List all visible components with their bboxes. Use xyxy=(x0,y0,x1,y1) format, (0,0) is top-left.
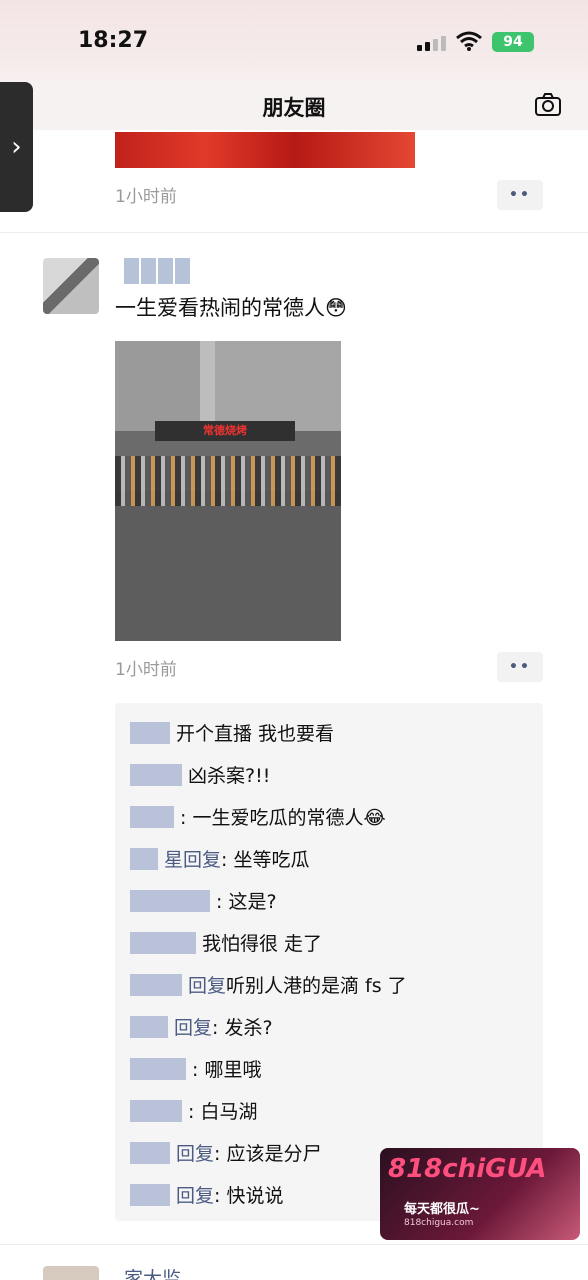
post-text: 一生爱看热闹的常德人😳 xyxy=(115,296,347,320)
reply-label: 回复 xyxy=(174,1017,213,1039)
comment-text: 听别人港的是滴 fs 了 xyxy=(226,975,407,997)
comment-row[interactable]: 回复: 发杀? xyxy=(130,1013,273,1040)
watermark-ad[interactable]: 818chiGUA 每天都很瓜~ 818chigua.com xyxy=(380,1148,580,1240)
comment-text: : 哪里哦 xyxy=(192,1059,262,1081)
commenter-name[interactable] xyxy=(130,1057,186,1080)
commenter-name[interactable] xyxy=(130,805,174,828)
previous-post-timestamp: 1小时前 xyxy=(115,187,177,207)
watermark-slogan: 每天都很瓜~ xyxy=(404,1202,480,1217)
commenter-name[interactable] xyxy=(130,973,182,996)
comment-row[interactable]: 回复: 快说说 xyxy=(130,1181,283,1208)
comment-row[interactable]: 凶杀案?!! xyxy=(130,761,270,788)
nav-bar: 朋友圈 xyxy=(0,80,588,130)
post-divider xyxy=(0,232,588,233)
comment-text: : 发杀? xyxy=(212,1017,273,1039)
reply-label: 回复 xyxy=(176,1143,215,1165)
commenter-name[interactable] xyxy=(130,721,170,744)
street-crowd xyxy=(115,456,341,506)
reply-label: 回复 xyxy=(188,975,227,997)
previous-post-more-button[interactable]: •• xyxy=(497,180,543,210)
comment-row[interactable]: : 白马湖 xyxy=(130,1097,257,1124)
status-bar: 18:27 94 xyxy=(0,0,588,80)
comment-row[interactable]: 星回复: 坐等吃瓜 xyxy=(130,845,309,872)
battery-indicator: 94 xyxy=(492,32,534,52)
comment-row[interactable]: 回复: 应该是分尸 xyxy=(130,1139,321,1166)
watermark-logo: 818chiGUA xyxy=(388,1154,547,1184)
comment-text: 开个直播 我也要看 xyxy=(176,723,335,745)
comment-row[interactable]: 我怕得很 走了 xyxy=(130,929,322,956)
commenter-name[interactable] xyxy=(130,1141,170,1164)
reply-label: 回复 xyxy=(176,1185,215,1207)
commenter-name[interactable] xyxy=(130,1099,182,1122)
status-time: 18:27 xyxy=(78,28,149,53)
next-post-avatar[interactable] xyxy=(43,1266,99,1280)
cellular-signal-icon xyxy=(417,36,446,51)
username-mosaic[interactable] xyxy=(124,258,190,284)
comment-text: : 快说说 xyxy=(214,1185,284,1207)
comment-text: : 一生爱吃瓜的常德人😂 xyxy=(180,807,386,829)
comment-row[interactable]: : 哪里哦 xyxy=(130,1055,261,1082)
commenter-name[interactable] xyxy=(130,1015,168,1038)
comment-text: : 白马湖 xyxy=(188,1101,258,1123)
reply-label: 星回复 xyxy=(164,849,222,871)
next-post-username[interactable]: 家大监 xyxy=(124,1264,181,1280)
watermark-url: 818chigua.com xyxy=(404,1218,474,1228)
previous-post-image[interactable] xyxy=(115,132,415,168)
commenter-name[interactable] xyxy=(130,847,158,870)
floating-side-tab[interactable]: › xyxy=(0,82,33,212)
comment-row[interactable]: 开个直播 我也要看 xyxy=(130,719,334,746)
post-more-button[interactable]: •• xyxy=(497,652,543,682)
comment-row[interactable]: : 这是? xyxy=(130,887,277,914)
post-timestamp: 1小时前 xyxy=(115,660,177,680)
comments-panel: 开个直播 我也要看凶杀案?!! : 一生爱吃瓜的常德人😂 星回复: 坐等吃瓜 : 这是… xyxy=(115,703,543,1221)
comment-text: 我怕得很 走了 xyxy=(202,933,323,955)
comment-text: : 这是? xyxy=(216,891,277,913)
comment-row[interactable]: 回复 听别人港的是滴 fs 了 xyxy=(130,971,407,998)
commenter-name[interactable] xyxy=(130,889,210,912)
commenter-name[interactable] xyxy=(130,763,182,786)
commenter-name[interactable] xyxy=(130,1183,170,1206)
post-photo[interactable]: 常德烧烤 xyxy=(115,341,341,641)
avatar[interactable] xyxy=(43,258,99,314)
commenter-name[interactable] xyxy=(130,931,196,954)
comment-text: 凶杀案?!! xyxy=(188,765,271,787)
shop-sign: 常德烧烤 xyxy=(155,421,295,441)
post-divider xyxy=(0,1244,588,1245)
comment-text: : 应该是分尸 xyxy=(214,1143,322,1165)
comment-text: : 坐等吃瓜 xyxy=(221,849,310,871)
page-title: 朋友圈 xyxy=(262,96,326,120)
wifi-icon xyxy=(456,31,482,51)
camera-icon[interactable] xyxy=(534,93,562,117)
comment-row[interactable]: : 一生爱吃瓜的常德人😂 xyxy=(130,803,386,830)
